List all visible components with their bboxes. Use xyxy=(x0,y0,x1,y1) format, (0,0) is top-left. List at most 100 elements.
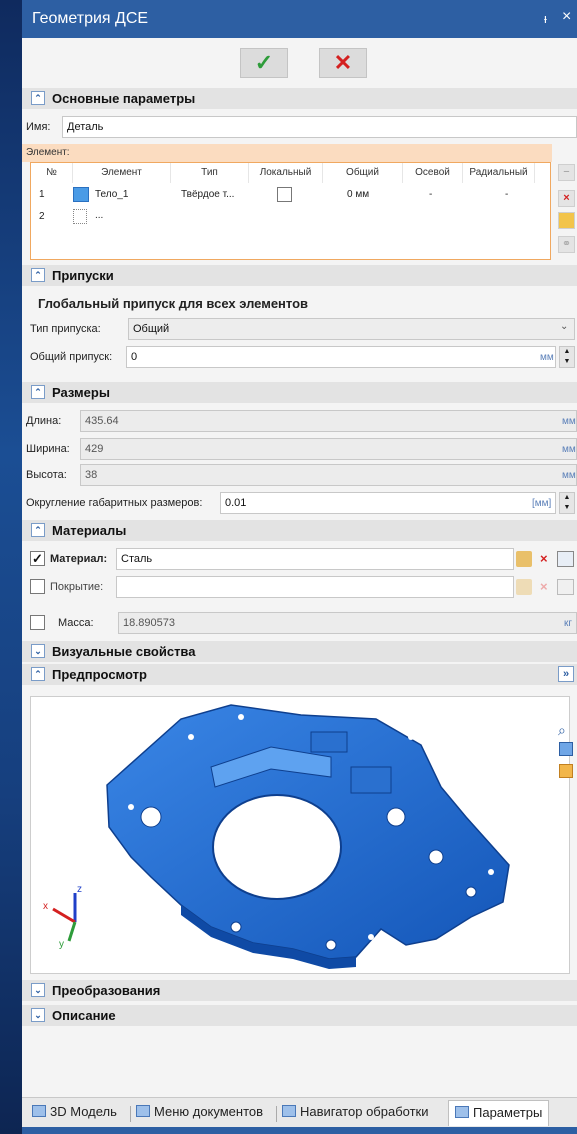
coating-checkbox[interactable] xyxy=(30,579,45,594)
section-preview[interactable]: ⌃ Предпросмотр » xyxy=(22,664,577,685)
section-visual[interactable]: ⌄ Визуальные свойства xyxy=(22,641,577,662)
section-transforms[interactable]: ⌄ Преобразования xyxy=(22,980,577,1001)
section-transforms-label: Преобразования xyxy=(52,983,161,998)
row-element: Тело_1 xyxy=(95,189,129,200)
collapse-icon[interactable]: ⌃ xyxy=(31,523,45,537)
col-common[interactable]: Общий xyxy=(323,163,403,183)
minus-icon[interactable]: − xyxy=(558,164,575,181)
section-visual-label: Визуальные свойства xyxy=(52,644,196,659)
delete-icon[interactable]: × xyxy=(558,190,575,207)
rounding-unit: [мм] xyxy=(532,498,552,509)
row-element: ... xyxy=(95,210,104,221)
mass-label: Масса: xyxy=(58,617,94,629)
model-icon xyxy=(32,1105,46,1117)
material-input[interactable]: Сталь xyxy=(116,548,514,570)
folder-icon[interactable] xyxy=(558,212,575,229)
tab-label: 3D Модель xyxy=(50,1104,117,1119)
pick-coating-icon[interactable] xyxy=(516,579,532,595)
expand-icon[interactable]: ⌄ xyxy=(31,644,45,658)
axis-x-label: x xyxy=(43,901,48,912)
allowance-total-input[interactable]: 0 xyxy=(126,346,556,368)
coating-input[interactable] xyxy=(116,576,514,598)
parameters-icon xyxy=(455,1106,469,1118)
spinner-icon[interactable]: ▲ ▼ xyxy=(559,492,575,514)
axis-y-label: y xyxy=(59,939,64,950)
allowance-unit: мм xyxy=(540,352,554,363)
material-row: ✓ Материал: Сталь × xyxy=(22,548,577,570)
allowance-subheader-row: Глобальный припуск для всех элементов xyxy=(22,294,577,312)
chevron-down-icon[interactable]: ⌄ xyxy=(560,321,568,332)
name-label: Имя: xyxy=(26,121,51,133)
expand-panel-icon[interactable]: » xyxy=(558,666,574,682)
pick-material-icon[interactable] xyxy=(516,551,532,567)
tab-separator xyxy=(276,1106,277,1122)
rounding-row: Округление габаритных размеров: 0.01 [мм… xyxy=(22,492,577,514)
clear-coating-icon[interactable]: × xyxy=(540,579,548,594)
action-bar: ✓ ✕ xyxy=(22,48,577,80)
allowance-type-select[interactable]: Общий xyxy=(128,318,575,340)
expand-icon[interactable]: ⌄ xyxy=(31,1008,45,1022)
title-bar: Геометрия ДСЕ ᵼ × xyxy=(22,0,577,38)
height-unit: мм xyxy=(562,470,576,481)
section-dimensions[interactable]: ⌃ Размеры xyxy=(22,382,577,403)
section-dimensions-label: Размеры xyxy=(52,385,110,400)
name-row: Имя: Деталь xyxy=(22,116,577,138)
section-materials[interactable]: ⌃ Материалы xyxy=(22,520,577,541)
collapse-icon[interactable]: ⌃ xyxy=(31,667,45,681)
zoom-icon[interactable]: ⌕ xyxy=(558,722,566,739)
empty-element-icon xyxy=(73,209,87,224)
view-shaded-icon[interactable] xyxy=(559,764,573,778)
tab-3d-model[interactable]: 3D Модель xyxy=(32,1104,117,1119)
expand-icon[interactable]: ⌄ xyxy=(31,983,45,997)
width-row: Ширина: 429 мм xyxy=(22,438,577,460)
rounding-input[interactable]: 0.01 xyxy=(220,492,556,514)
collapse-icon[interactable]: ⌃ xyxy=(31,268,45,282)
col-element[interactable]: Элемент xyxy=(73,163,171,183)
section-main-params[interactable]: ⌃ Основные параметры xyxy=(22,88,577,109)
col-num[interactable]: № xyxy=(31,163,73,183)
collapse-icon[interactable]: ⌃ xyxy=(31,91,45,105)
section-materials-label: Материалы xyxy=(52,523,127,538)
coating-row: Покрытие: × xyxy=(22,576,577,598)
view-iso-icon[interactable] xyxy=(559,742,573,756)
close-icon[interactable]: × xyxy=(562,8,571,26)
width-label: Ширина: xyxy=(26,443,70,455)
collapse-icon[interactable]: ⌃ xyxy=(31,385,45,399)
col-radial[interactable]: Радиальный xyxy=(463,163,535,183)
pin-icon[interactable]: ᵼ xyxy=(544,11,547,26)
col-axial[interactable]: Осевой xyxy=(403,163,463,183)
material-list-icon[interactable] xyxy=(557,551,574,567)
table-row[interactable]: 2 ... xyxy=(31,207,550,227)
material-checkbox[interactable]: ✓ xyxy=(30,551,45,566)
section-description[interactable]: ⌄ Описание xyxy=(22,1005,577,1026)
clear-material-icon[interactable]: × xyxy=(540,551,548,566)
col-type[interactable]: Тип xyxy=(171,163,249,183)
tab-parameters[interactable]: Параметры xyxy=(448,1100,550,1126)
local-checkbox[interactable] xyxy=(277,187,292,202)
preview-viewport[interactable]: z x y xyxy=(30,696,570,974)
tab-label: Навигатор обработки xyxy=(300,1104,429,1119)
length-row: Длина: 435.64 мм xyxy=(22,410,577,432)
mass-checkbox[interactable] xyxy=(30,615,45,630)
row-radial: - xyxy=(505,189,509,200)
height-label: Высота: xyxy=(26,469,67,481)
element-label: Элемент: xyxy=(22,144,552,162)
table-row[interactable]: 1 Тело_1 Твёрдое т... 0 мм - - xyxy=(31,185,550,205)
section-description-label: Описание xyxy=(52,1008,116,1023)
length-label: Длина: xyxy=(26,415,62,427)
tab-navigator[interactable]: Навигатор обработки xyxy=(282,1104,429,1119)
col-local[interactable]: Локальный xyxy=(249,163,323,183)
link-icon[interactable]: ⚭ xyxy=(558,236,575,253)
tab-documents[interactable]: Меню документов xyxy=(136,1104,263,1119)
apply-button[interactable]: ✓ xyxy=(240,48,288,78)
width-value: 429 xyxy=(80,438,577,460)
spinner-icon[interactable]: ▲ ▼ xyxy=(559,346,575,368)
cancel-button[interactable]: ✕ xyxy=(319,48,367,78)
height-row: Высота: 38 мм xyxy=(22,464,577,486)
mass-value: 18.890573 xyxy=(118,612,577,634)
name-input[interactable]: Деталь xyxy=(62,116,577,138)
desktop-background xyxy=(0,0,22,1134)
section-allowances[interactable]: ⌃ Припуски xyxy=(22,265,577,286)
row-num: 1 xyxy=(39,189,45,200)
coating-list-icon[interactable] xyxy=(557,579,574,595)
